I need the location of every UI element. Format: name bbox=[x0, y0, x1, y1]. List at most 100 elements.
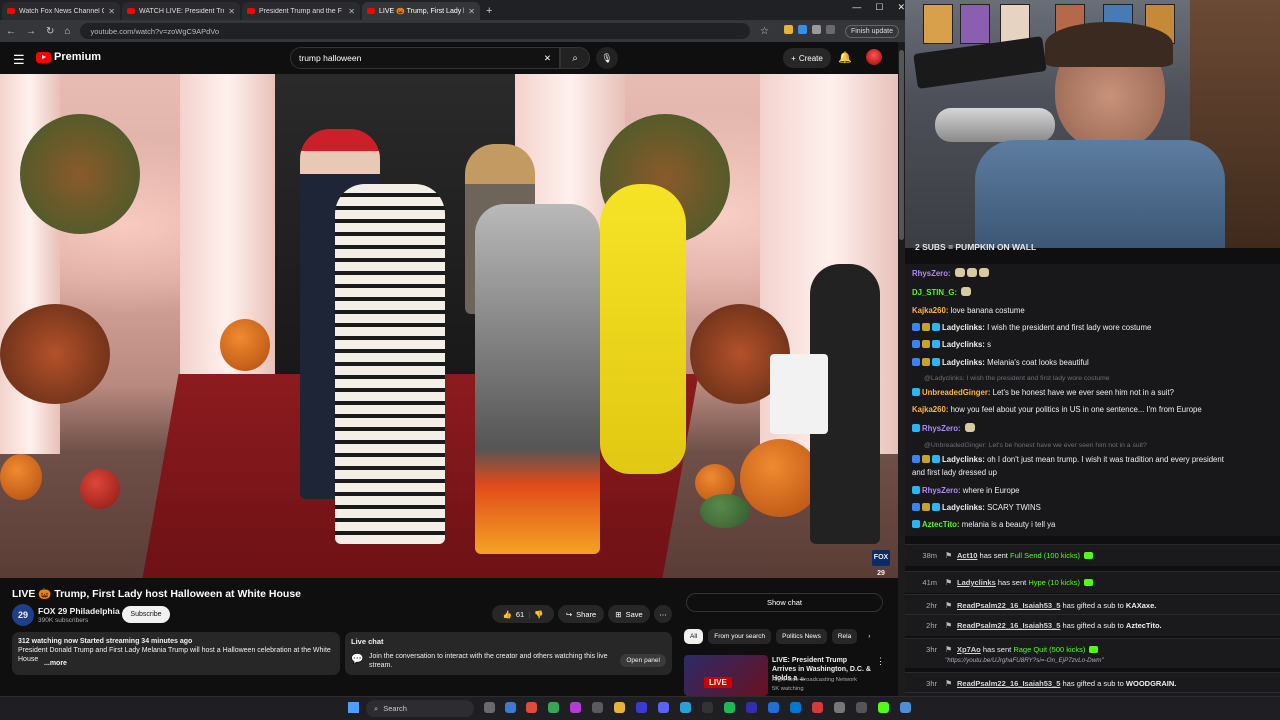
voice-search-button[interactable]: 🎙 bbox=[596, 47, 618, 69]
event-username[interactable]: ReadPsalm22_16_Isaiah53_5 bbox=[957, 621, 1060, 630]
close-window-icon[interactable]: ✕ bbox=[897, 2, 905, 13]
event-message[interactable]: "https://youtu.be/UJrghaFU8RY?si=-On_EjP… bbox=[945, 657, 1104, 664]
youtube-logo[interactable]: Premium bbox=[36, 51, 101, 63]
video-player[interactable] bbox=[0, 74, 898, 578]
search-input[interactable]: trump halloween ✕ bbox=[290, 47, 560, 69]
open-panel-button[interactable]: Open panel bbox=[620, 654, 666, 667]
like-count[interactable]: 61 bbox=[516, 610, 524, 619]
chat-username[interactable]: Ladyclinks: bbox=[942, 358, 985, 367]
minimize-icon[interactable]: — bbox=[852, 2, 861, 13]
channel-avatar[interactable]: 29 bbox=[12, 604, 34, 626]
event-username[interactable]: Act10 bbox=[957, 551, 977, 560]
save-button[interactable]: ⊞ Save bbox=[608, 605, 650, 623]
task-view-icon[interactable] bbox=[484, 702, 495, 713]
chat-badge-icon bbox=[932, 358, 940, 366]
channel-name[interactable]: FOX 29 Philadelphia bbox=[38, 606, 120, 616]
maximize-icon[interactable]: ☐ bbox=[875, 2, 883, 13]
chrome-profile-icon[interactable] bbox=[548, 702, 559, 713]
chat-username[interactable]: RhysZero: bbox=[912, 269, 951, 278]
save-label: Save bbox=[625, 609, 643, 619]
create-button[interactable]: + Create bbox=[783, 48, 831, 68]
file-explorer-icon[interactable] bbox=[614, 702, 625, 713]
account-avatar[interactable] bbox=[866, 49, 882, 65]
extension-icon[interactable] bbox=[783, 25, 793, 34]
app-icon[interactable] bbox=[768, 702, 779, 713]
event-username[interactable]: Xp7Ao bbox=[957, 645, 981, 654]
chat-badge-icon bbox=[922, 503, 930, 511]
chip-all[interactable]: All bbox=[684, 629, 704, 644]
finish-update-button[interactable]: Finish update bbox=[844, 24, 899, 38]
home-icon[interactable]: ⌂ bbox=[64, 26, 70, 37]
obs-icon[interactable] bbox=[702, 702, 713, 713]
new-tab-button[interactable]: + bbox=[486, 2, 492, 20]
chrome-icon[interactable] bbox=[526, 702, 537, 713]
search-button[interactable]: ⌕ bbox=[560, 47, 590, 69]
browser-tab[interactable]: President Trump and the F ✕ bbox=[242, 2, 360, 20]
star-icon[interactable]: ☆ bbox=[760, 26, 769, 37]
description-box[interactable]: 312 watching now Started streaming 34 mi… bbox=[12, 632, 340, 675]
app-icon[interactable] bbox=[900, 702, 911, 713]
chat-username[interactable]: RhysZero: bbox=[922, 486, 961, 495]
app-icon[interactable] bbox=[636, 702, 647, 713]
url-field[interactable]: youtube.com/watch?v=zoWgC9APdVo bbox=[80, 23, 750, 39]
more-actions-button[interactable]: ⋯ bbox=[654, 605, 672, 623]
close-icon[interactable]: ✕ bbox=[468, 7, 475, 16]
reload-icon[interactable]: ↻ bbox=[46, 26, 54, 37]
back-icon[interactable]: ← bbox=[6, 26, 16, 37]
chat-username[interactable]: Ladyclinks: bbox=[942, 503, 985, 512]
close-icon[interactable]: ✕ bbox=[228, 7, 235, 16]
notifications-bell-icon[interactable]: 🔔 bbox=[838, 51, 852, 64]
event-username[interactable]: Ladyclinks bbox=[957, 578, 996, 587]
extension-icon[interactable] bbox=[825, 25, 835, 34]
browser-tab-active[interactable]: LIVE 🎃 Trump, First Lady h ✕ bbox=[362, 2, 480, 20]
chat-username[interactable]: Kajka260: bbox=[912, 306, 948, 315]
chat-username[interactable]: UnbreadedGinger: bbox=[922, 388, 990, 397]
event-username[interactable]: ReadPsalm22_16_Isaiah53_5 bbox=[957, 679, 1060, 688]
spotify-icon[interactable] bbox=[724, 702, 735, 713]
chat-username[interactable]: Ladyclinks: bbox=[942, 455, 985, 464]
app-icon[interactable] bbox=[570, 702, 581, 713]
extension-icon[interactable] bbox=[797, 25, 807, 34]
app-icon[interactable] bbox=[856, 702, 867, 713]
close-icon[interactable]: ✕ bbox=[108, 7, 115, 16]
chip-politics-news[interactable]: Politics News bbox=[776, 629, 827, 644]
chat-username[interactable]: Ladyclinks: bbox=[942, 323, 985, 332]
clear-search-icon[interactable]: ✕ bbox=[544, 53, 551, 64]
windows-start-icon[interactable] bbox=[348, 702, 359, 713]
chip-from-search[interactable]: From your search bbox=[708, 629, 772, 644]
show-chat-button[interactable]: Show chat bbox=[686, 593, 883, 612]
like-icon[interactable]: 👍 bbox=[503, 610, 512, 619]
subscribe-button[interactable]: Subscribe bbox=[122, 606, 170, 623]
discord-icon[interactable] bbox=[658, 702, 669, 713]
scrollbar-thumb[interactable] bbox=[899, 50, 904, 240]
browser-tab[interactable]: Watch Fox News Channel O ✕ bbox=[2, 2, 120, 20]
terminal-icon[interactable] bbox=[592, 702, 603, 713]
app-icon[interactable] bbox=[746, 702, 757, 713]
app-icon[interactable] bbox=[834, 702, 845, 713]
recommended-channel-name[interactable]: Right Side Broadcasting Network bbox=[772, 677, 857, 683]
chat-username[interactable]: Ladyclinks: bbox=[942, 340, 985, 349]
chat-username[interactable]: RhysZero: bbox=[922, 424, 961, 433]
more-link[interactable]: ...more bbox=[42, 659, 67, 668]
dislike-icon[interactable]: 👎 bbox=[534, 610, 543, 619]
kick-icon[interactable] bbox=[878, 702, 889, 713]
recommended-video-thumbnail[interactable]: LIVE bbox=[684, 655, 768, 696]
hamburger-menu-icon[interactable]: ☰ bbox=[13, 52, 25, 68]
event-username[interactable]: ReadPsalm22_16_Isaiah53_5 bbox=[957, 601, 1060, 610]
kebab-menu-icon[interactable]: ⋮ bbox=[876, 656, 885, 667]
app-icon[interactable] bbox=[680, 702, 691, 713]
extension-icon[interactable] bbox=[811, 25, 821, 34]
chip-related[interactable]: Rela bbox=[831, 629, 858, 644]
taskbar-search[interactable]: ⌕ Search bbox=[366, 700, 474, 717]
browser-tab[interactable]: WATCH LIVE: President Tru ✕ bbox=[122, 2, 240, 20]
chat-username[interactable]: Kajka260: bbox=[912, 405, 948, 414]
chat-username[interactable]: AztecTito: bbox=[922, 520, 960, 529]
share-button[interactable]: ↪ Share bbox=[558, 605, 604, 623]
forward-icon[interactable]: → bbox=[26, 26, 36, 37]
edge-browser-icon[interactable] bbox=[505, 702, 516, 713]
app-icon[interactable] bbox=[790, 702, 801, 713]
app-icon[interactable] bbox=[812, 702, 823, 713]
chevron-right-icon[interactable]: › bbox=[862, 629, 876, 644]
chat-username[interactable]: DJ_STIN_G: bbox=[912, 288, 957, 297]
close-icon[interactable]: ✕ bbox=[348, 7, 355, 16]
